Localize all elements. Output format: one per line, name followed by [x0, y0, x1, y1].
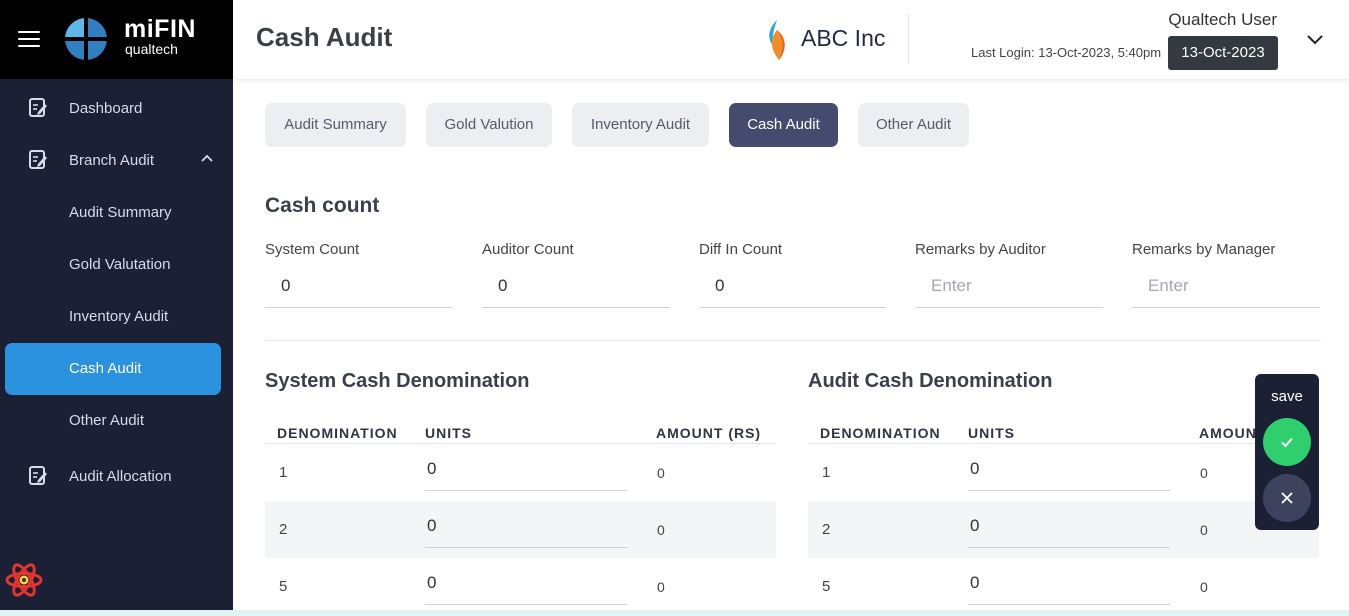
remarks-manager-label: Remarks by Manager	[1132, 241, 1276, 258]
column-header-units: UNITS	[968, 425, 1015, 441]
top-header: Cash Audit ABC Inc Qualtech User Last Lo…	[233, 0, 1349, 79]
header-divider	[908, 14, 909, 64]
react-devtools-icon[interactable]	[5, 562, 43, 598]
chevron-down-icon[interactable]	[1305, 30, 1325, 48]
denomination-cell: 2	[822, 521, 831, 538]
column-header-amount: AMOUN	[1199, 425, 1257, 441]
denomination-cell: 5	[822, 578, 831, 595]
amount-cell: 0	[657, 465, 665, 481]
denomination-cell: 1	[279, 464, 288, 481]
system-count-label: System Count	[265, 241, 360, 258]
amount-cell: 0	[1200, 522, 1208, 538]
document-edit-icon	[29, 98, 47, 117]
brand-logo-text: miFIN qualtech	[124, 16, 196, 56]
amount-cell: 0	[1200, 465, 1208, 481]
tab-inventory-audit[interactable]: Inventory Audit	[572, 103, 709, 147]
sidebar-item-label: Dashboard	[69, 100, 143, 117]
sidebar-item-label: Inventory Audit	[69, 308, 169, 325]
sidebar-item-branch-audit[interactable]: Branch Audit	[5, 135, 221, 187]
page-title: Cash Audit	[256, 22, 393, 52]
confirm-save-button[interactable]	[1263, 418, 1311, 466]
sidebar-item-other-audit[interactable]: Other Audit	[5, 395, 221, 447]
sidebar-item-label: Audit Allocation	[69, 468, 172, 485]
units-input[interactable]	[425, 504, 627, 548]
diff-count-label: Diff In Count	[699, 241, 783, 258]
amount-cell: 0	[657, 522, 665, 538]
hamburger-menu-icon[interactable]	[18, 30, 40, 48]
cancel-button[interactable]	[1263, 474, 1311, 522]
sidebar-item-label: Cash Audit	[69, 360, 142, 377]
table-row: 2 0	[265, 501, 776, 558]
system-count-input[interactable]	[265, 264, 453, 308]
sidebar-item-label: Gold Valutation	[69, 256, 171, 273]
sidebar-item-label: Other Audit	[69, 412, 145, 429]
sidebar-item-label: Branch Audit	[69, 152, 155, 169]
last-login: Last Login: 13-Oct-2023, 5:40pm	[971, 45, 1162, 60]
sidebar-item-dashboard[interactable]: Dashboard	[5, 83, 221, 135]
date-badge[interactable]: 13-Oct-2023	[1168, 36, 1278, 70]
sidebar-item-audit-allocation[interactable]: Audit Allocation	[5, 451, 221, 503]
amount-cell: 0	[657, 579, 665, 595]
document-edit-icon	[29, 466, 47, 485]
brand-sub: qualtech	[125, 41, 178, 57]
column-header-amount: AMOUNT (RS)	[656, 425, 762, 441]
table-row: 1 0	[808, 444, 1319, 501]
diff-count-input[interactable]	[699, 264, 886, 308]
units-input[interactable]	[968, 561, 1170, 605]
save-panel: save	[1255, 374, 1319, 530]
brand-bar: miFIN qualtech	[0, 0, 233, 79]
sidebar-item-gold-valutation[interactable]: Gold Valutation	[5, 239, 221, 291]
denomination-cell: 2	[279, 521, 288, 538]
column-header-units: UNITS	[425, 425, 472, 441]
amount-cell: 0	[1200, 579, 1208, 595]
denomination-cell: 5	[279, 578, 288, 595]
units-input[interactable]	[425, 561, 627, 605]
tab-gold-valution[interactable]: Gold Valution	[426, 103, 552, 147]
save-label: save	[1271, 388, 1303, 405]
tab-other-audit[interactable]: Other Audit	[858, 103, 969, 147]
table-row: 2 0	[808, 501, 1319, 558]
sidebar-item-inventory-audit[interactable]: Inventory Audit	[5, 291, 221, 343]
sidebar-item-label: Audit Summary	[69, 204, 172, 221]
table-row: 1 0	[265, 444, 776, 501]
system-denomination-title: System Cash Denomination	[265, 370, 530, 392]
cash-count-title: Cash count	[265, 194, 380, 217]
units-input[interactable]	[968, 447, 1170, 491]
units-input[interactable]	[968, 504, 1170, 548]
audit-denomination-title: Audit Cash Denomination	[808, 370, 1053, 392]
brand-name: miFIN	[124, 15, 196, 43]
column-header-denomination: DENOMINATION	[277, 425, 398, 441]
sidebar-item-audit-summary[interactable]: Audit Summary	[5, 187, 221, 239]
units-input[interactable]	[425, 447, 627, 491]
tab-cash-audit[interactable]: Cash Audit	[729, 103, 838, 147]
section-divider	[265, 340, 1321, 341]
table-row: 5 0	[265, 558, 776, 615]
org-name: ABC Inc	[801, 25, 886, 51]
sidebar: miFIN qualtech Dashboard Branch Audit Au…	[0, 0, 233, 610]
tab-audit-summary[interactable]: Audit Summary	[265, 103, 406, 147]
remarks-auditor-label: Remarks by Auditor	[915, 241, 1046, 258]
table-row: 5 0	[808, 558, 1319, 615]
close-icon	[1281, 492, 1293, 504]
column-header-denomination: DENOMINATION	[820, 425, 941, 441]
sidebar-item-cash-audit[interactable]: Cash Audit	[5, 343, 221, 395]
auditor-count-label: Auditor Count	[482, 241, 574, 258]
remarks-manager-input[interactable]	[1132, 264, 1320, 308]
bottom-strip	[0, 610, 1349, 616]
user-name: Qualtech User	[1168, 10, 1277, 29]
denomination-cell: 1	[822, 464, 831, 481]
document-edit-icon	[29, 150, 47, 169]
org-logo-icon	[769, 20, 785, 60]
remarks-auditor-input[interactable]	[915, 264, 1103, 308]
mifin-logo-icon	[65, 18, 107, 60]
chevron-up-icon[interactable]	[201, 153, 213, 165]
auditor-count-input[interactable]	[482, 264, 670, 308]
check-icon	[1281, 437, 1293, 448]
